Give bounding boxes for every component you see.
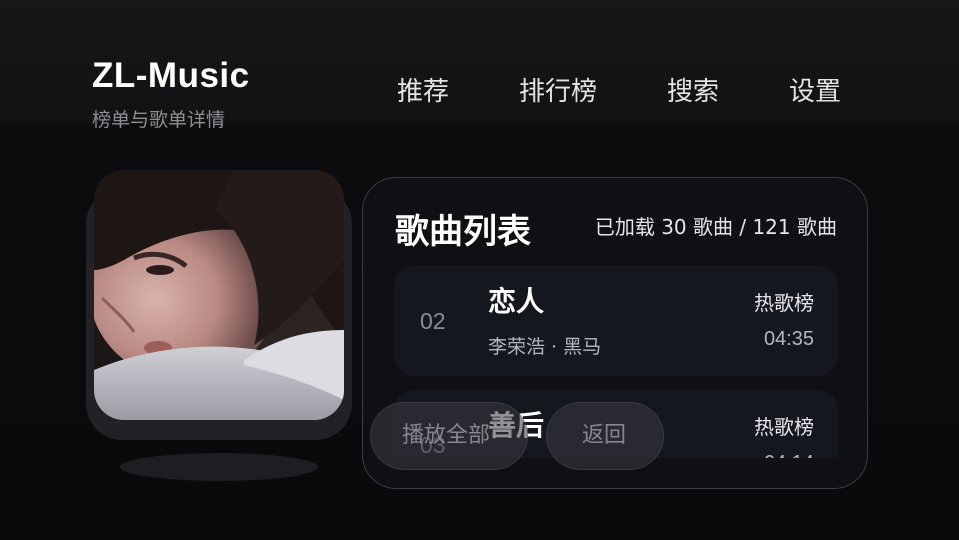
song-count: 已加载 30 歌曲 / 121 歌曲 bbox=[594, 215, 837, 239]
play-all-button[interactable]: 播放全部 bbox=[370, 402, 528, 470]
nav-item-recommend[interactable]: 推荐 bbox=[397, 74, 449, 110]
song-item[interactable]: 02 恋人 李荣浩 · 黑马 热歌榜 04:35 bbox=[394, 266, 838, 376]
song-duration: 04:14 bbox=[764, 450, 814, 458]
song-chart-tag: 热歌榜 bbox=[754, 291, 814, 315]
song-duration: 04:35 bbox=[763, 328, 814, 350]
back-button[interactable]: 返回 bbox=[546, 402, 664, 470]
cover-art-image bbox=[94, 170, 344, 420]
song-title: 恋人 bbox=[488, 285, 545, 318]
song-list-title: 歌曲列表 bbox=[395, 212, 531, 252]
song-list-header: 歌曲列表 已加载 30 歌曲 / 121 歌曲 bbox=[395, 210, 837, 254]
brand: ZL-Music 榜单与歌单详情 bbox=[92, 56, 250, 132]
nav-item-charts[interactable]: 排行榜 bbox=[519, 74, 597, 110]
app-title: ZL-Music bbox=[92, 56, 250, 95]
app-subtitle: 榜单与歌单详情 bbox=[92, 109, 226, 131]
cover-photo bbox=[94, 170, 344, 420]
nav-item-search[interactable]: 搜索 bbox=[667, 74, 719, 110]
cover-art-frame bbox=[86, 168, 352, 442]
nav-item-settings[interactable]: 设置 bbox=[789, 74, 841, 110]
song-number: 02 bbox=[420, 308, 446, 334]
app-page: ZL-Music 榜单与歌单详情 推荐 排行榜 搜索 设置 歌曲列表 已加载 3… bbox=[0, 0, 959, 540]
cover-art-shadow bbox=[120, 453, 318, 481]
song-artist: 李荣浩 · 黑马 bbox=[488, 336, 602, 358]
song-chart-tag: 热歌榜 bbox=[754, 415, 814, 439]
